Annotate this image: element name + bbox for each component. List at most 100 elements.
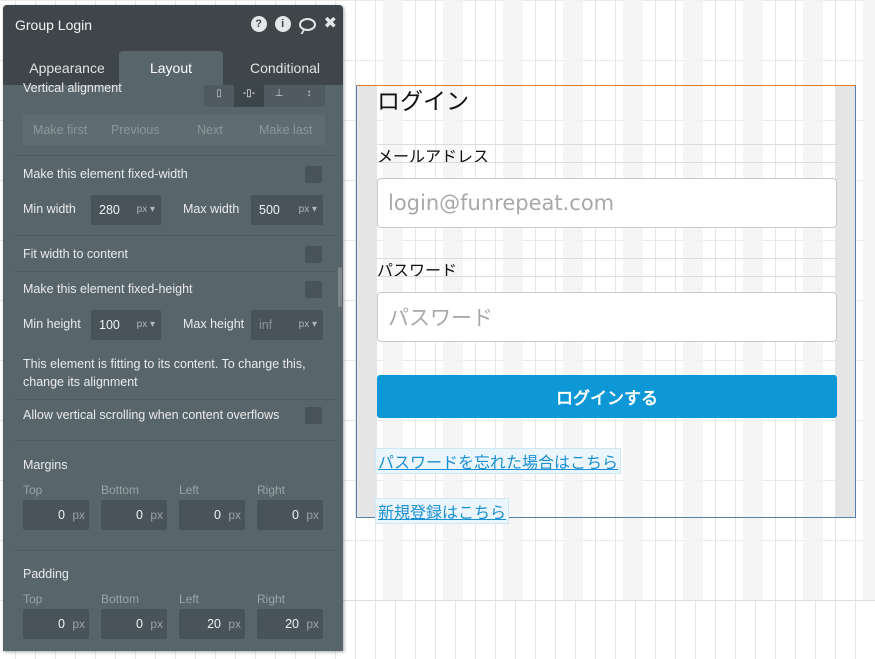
margin-top-value: 0 bbox=[58, 508, 65, 522]
max-height-input[interactable]: inf px ▾ bbox=[251, 310, 323, 340]
padding-right-value: 20 bbox=[285, 617, 299, 631]
fit-width-checkbox[interactable] bbox=[305, 246, 322, 263]
signup-link[interactable]: 新規登録はこちら bbox=[375, 498, 510, 524]
padding-left-unit: px bbox=[228, 617, 241, 631]
min-width-label: Min width bbox=[23, 202, 76, 216]
email-label[interactable]: メールアドレス bbox=[377, 143, 489, 167]
canvas-page-bottom bbox=[343, 600, 875, 601]
margin-top-unit: px bbox=[72, 508, 85, 522]
email-input[interactable]: login@funrepeat.com bbox=[377, 178, 837, 228]
margin-bottom-input[interactable]: 0 px bbox=[101, 500, 167, 530]
min-height-unit[interactable]: px ▾ bbox=[137, 310, 155, 340]
close-icon[interactable]: ✖ bbox=[324, 16, 337, 32]
padding-bottom-unit: px bbox=[150, 617, 163, 631]
padding-top-unit: px bbox=[72, 617, 85, 631]
panel-tabs: Appearance Layout Conditional bbox=[3, 45, 343, 85]
padding-left-input[interactable]: 20 px bbox=[179, 609, 245, 639]
max-height-unit[interactable]: px ▾ bbox=[299, 310, 317, 340]
padding-bottom-input[interactable]: 0 px bbox=[101, 609, 167, 639]
min-height-input[interactable]: 100 px ▾ bbox=[91, 310, 161, 340]
margin-left-unit: px bbox=[228, 508, 241, 522]
margin-left-label: Left bbox=[179, 483, 200, 497]
element-order-bar: Make first Previous Next Make last bbox=[23, 115, 325, 145]
panel-title: Group Login bbox=[15, 17, 93, 33]
min-height-value: 100 bbox=[99, 318, 120, 332]
fixed-height-label: Make this element fixed-height bbox=[23, 282, 193, 296]
margins-title: Margins bbox=[23, 458, 68, 472]
password-label[interactable]: パスワード bbox=[377, 257, 457, 281]
margin-top-label: Top bbox=[23, 483, 43, 497]
divider bbox=[15, 550, 335, 551]
panel-scrollbar[interactable] bbox=[338, 267, 342, 307]
divider bbox=[15, 271, 335, 272]
tab-layout[interactable]: Layout bbox=[119, 51, 223, 85]
padding-right-input[interactable]: 20 px bbox=[257, 609, 323, 639]
align-bottom-icon[interactable]: ⊥ bbox=[264, 85, 294, 107]
padding-top-input[interactable]: 0 px bbox=[23, 609, 89, 639]
min-width-input[interactable]: 280 px ▾ bbox=[91, 195, 161, 225]
previous-button[interactable]: Previous bbox=[111, 115, 160, 145]
login-title[interactable]: ログイン bbox=[377, 82, 469, 116]
align-top-icon[interactable]: ▯ bbox=[204, 85, 234, 107]
label-guide bbox=[377, 162, 837, 163]
panel-header[interactable]: Group Login ? i ✖ bbox=[3, 5, 343, 45]
divider bbox=[15, 155, 335, 156]
padding-left-area bbox=[357, 86, 377, 517]
margin-right-value: 0 bbox=[292, 508, 299, 522]
label-guide bbox=[377, 276, 837, 277]
margin-left-input[interactable]: 0 px bbox=[179, 500, 245, 530]
max-height-placeholder: inf bbox=[259, 318, 273, 332]
padding-bottom-label: Bottom bbox=[101, 592, 140, 606]
vertical-scroll-checkbox[interactable] bbox=[305, 407, 322, 424]
margin-bottom-value: 0 bbox=[136, 508, 143, 522]
max-width-label: Max width bbox=[183, 202, 240, 216]
tab-conditional[interactable]: Conditional bbox=[227, 51, 343, 85]
password-input[interactable]: パスワード bbox=[377, 292, 837, 342]
divider bbox=[15, 440, 335, 441]
max-height-label: Max height bbox=[183, 317, 245, 331]
group-login[interactable]: ログイン メールアドレス login@funrepeat.com パスワード パ… bbox=[356, 82, 856, 524]
padding-title: Padding bbox=[23, 567, 69, 581]
margin-bottom-label: Bottom bbox=[101, 483, 140, 497]
padding-left-value: 20 bbox=[207, 617, 221, 631]
vertical-scroll-label: Allow vertical scrolling when content ov… bbox=[23, 408, 280, 422]
min-width-unit[interactable]: px ▾ bbox=[137, 195, 155, 225]
vertical-alignment-label: Vertical alignment bbox=[23, 81, 122, 95]
fixed-height-checkbox[interactable] bbox=[305, 281, 322, 298]
margin-right-unit: px bbox=[306, 508, 319, 522]
email-placeholder: login@funrepeat.com bbox=[388, 191, 615, 215]
fixed-width-label: Make this element fixed-width bbox=[23, 167, 188, 181]
padding-right-area bbox=[835, 86, 855, 517]
make-last-button[interactable]: Make last bbox=[259, 115, 313, 145]
padding-right-label: Right bbox=[257, 592, 286, 606]
margin-left-value: 0 bbox=[214, 508, 221, 522]
padding-top-value: 0 bbox=[58, 617, 65, 631]
comment-icon[interactable] bbox=[298, 17, 316, 31]
align-center-icon[interactable]: -▯- bbox=[234, 85, 264, 107]
padding-top-label: Top bbox=[23, 592, 43, 606]
max-width-value: 500 bbox=[259, 203, 280, 217]
forgot-password-link[interactable]: パスワードを忘れた場合はこちら bbox=[375, 448, 622, 474]
info-icon[interactable]: i bbox=[274, 16, 291, 32]
padding-left-label: Left bbox=[179, 592, 200, 606]
divider bbox=[15, 399, 335, 400]
margin-right-input[interactable]: 0 px bbox=[257, 500, 323, 530]
property-editor-panel: Group Login ? i ✖ Appearance Layout Cond… bbox=[3, 5, 343, 651]
padding-bottom-value: 0 bbox=[136, 617, 143, 631]
help-icon[interactable]: ? bbox=[250, 16, 267, 32]
next-button[interactable]: Next bbox=[197, 115, 223, 145]
max-width-unit[interactable]: px ▾ bbox=[299, 195, 317, 225]
max-width-input[interactable]: 500 px ▾ bbox=[251, 195, 323, 225]
align-fill-icon[interactable]: ↕ bbox=[294, 85, 324, 107]
fit-width-label: Fit width to content bbox=[23, 247, 128, 261]
fitting-note: This element is fitting to its content. … bbox=[23, 357, 306, 389]
tab-appearance[interactable]: Appearance bbox=[11, 51, 123, 85]
padding-right-unit: px bbox=[306, 617, 319, 631]
make-first-button[interactable]: Make first bbox=[33, 115, 87, 145]
login-button[interactable]: ログインする bbox=[377, 375, 837, 418]
margin-top-input[interactable]: 0 px bbox=[23, 500, 89, 530]
divider bbox=[15, 235, 335, 236]
vertical-alignment-buttons: ▯ -▯- ⊥ ↕ bbox=[204, 85, 325, 107]
panel-header-icons: ? i ✖ bbox=[250, 16, 337, 32]
fixed-width-checkbox[interactable] bbox=[305, 166, 322, 183]
